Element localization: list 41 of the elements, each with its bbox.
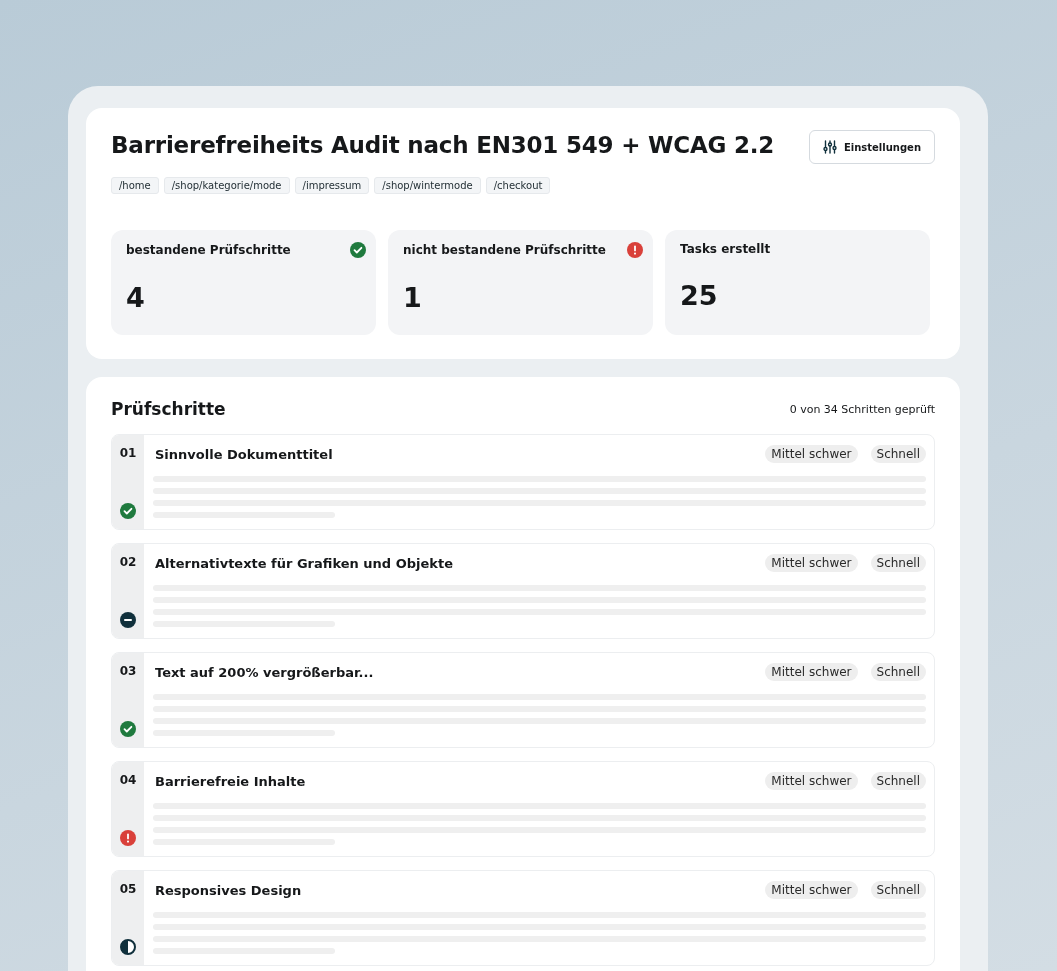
page-path-tag: /impressum [294, 177, 370, 194]
stat-value: 4 [126, 282, 146, 313]
page-path-tag: /shop/wintermode [374, 177, 481, 194]
step-tag: Schnell [870, 554, 926, 572]
step-number: 01 [119, 446, 137, 460]
step-title: Responsives Design [155, 882, 302, 898]
step-title: Text auf 200% vergrößerbar... [155, 664, 374, 680]
page-path-tag: /checkout [485, 177, 551, 194]
step-title: Alternativtexte für Grafiken und Objekte [155, 555, 453, 571]
stat-label: nicht bestandene Prüfschritte [403, 243, 606, 257]
step-tag: Schnell [870, 881, 926, 899]
step-number: 03 [119, 664, 137, 678]
page-path-tag: /shop/kategorie/mode [163, 177, 290, 194]
page-title: Barrierefreiheits Audit nach EN301 549 + WCAG 2.2 [111, 132, 775, 158]
stat-label: bestandene Prüfschritte [126, 243, 291, 257]
step-tag: Mittel schwer [765, 445, 858, 463]
audit-step-card[interactable]: 05 Responsives Design Mittel schwer Schnell [111, 870, 935, 966]
step-tag: Schnell [870, 663, 926, 681]
stat-value: 25 [680, 280, 719, 311]
section-title: Prüfschritte [111, 399, 226, 419]
step-number: 02 [119, 555, 137, 569]
step-tag: Mittel schwer [765, 881, 858, 899]
step-title: Barrierefreie Inhalte [155, 773, 306, 789]
step-tag: Mittel schwer [765, 772, 858, 790]
page-path-tag: /home [111, 177, 159, 194]
progress-text: 0 von 34 Schritten geprüft [789, 402, 935, 416]
audit-step-card[interactable]: 02 Alternativtexte für Grafiken und Objekte Mittel schwer Schnell [111, 543, 935, 639]
step-tag: Mittel schwer [765, 554, 858, 572]
audit-step-card[interactable]: 03 Text auf 200% vergrößerbar... Mittel schwer Schnell [111, 652, 935, 748]
step-tag: Schnell [870, 772, 926, 790]
sliders-icon [822, 140, 837, 154]
audit-step-card[interactable]: 01 Sinnvolle Dokumenttitel Mittel schwer Schnell [111, 434, 935, 530]
step-number: 05 [119, 882, 137, 896]
step-tag: Mittel schwer [765, 663, 858, 681]
step-number: 04 [119, 773, 137, 787]
step-title: Sinnvolle Dokumenttitel [155, 446, 333, 462]
settings-button[interactable]: Einstellungen [808, 130, 935, 164]
stat-value: 1 [403, 282, 423, 313]
stat-label: Tasks erstellt [680, 242, 771, 256]
step-tag: Schnell [870, 445, 926, 463]
audit-step-card[interactable]: 04 Barrierefreie Inhalte Mittel schwer Schnell [111, 761, 935, 857]
